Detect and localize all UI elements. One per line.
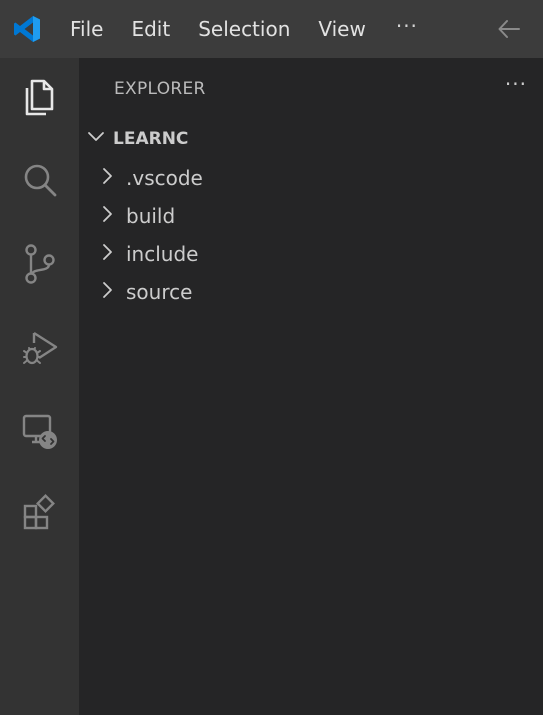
tree-item-label: include	[126, 242, 199, 266]
remote-explorer-icon[interactable]	[0, 391, 79, 471]
activity-bar	[0, 58, 79, 715]
tree-item-vscode[interactable]: .vscode	[99, 161, 203, 195]
chevron-down-icon	[87, 128, 105, 150]
chevron-right-icon	[99, 205, 115, 227]
source-control-icon[interactable]	[0, 224, 79, 304]
folder-learnc-label: LEARNC	[113, 129, 189, 149]
tree-item-build[interactable]: build	[99, 199, 175, 233]
chevron-right-icon	[99, 167, 115, 189]
chevron-right-icon	[99, 281, 115, 303]
search-icon[interactable]	[0, 141, 79, 221]
explorer-sidebar: EXPLORER ··· LEARNC .vscode build includ…	[79, 58, 543, 715]
menu-view[interactable]: View	[304, 0, 379, 58]
explorer-more-button[interactable]: ···	[505, 74, 527, 94]
tree-item-label: .vscode	[126, 166, 203, 190]
arrow-left-icon[interactable]	[492, 12, 526, 46]
vscode-logo-icon	[0, 0, 54, 58]
menu-more-button[interactable]: ···	[380, 0, 430, 58]
tree-item-label: source	[126, 280, 193, 304]
extensions-icon[interactable]	[0, 474, 79, 554]
tree-item-label: build	[126, 204, 176, 228]
menu-edit[interactable]: Edit	[117, 0, 184, 58]
chevron-right-icon	[99, 243, 115, 265]
title-bar: File Edit Selection View ···	[0, 0, 543, 58]
run-debug-icon[interactable]	[0, 308, 79, 388]
explorer-title: EXPLORER	[114, 79, 206, 99]
tree-item-source[interactable]: source	[99, 275, 192, 309]
explorer-icon[interactable]	[0, 58, 79, 138]
menu-selection[interactable]: Selection	[184, 0, 304, 58]
tree-item-include[interactable]: include	[99, 237, 198, 271]
folder-learnc[interactable]: LEARNC	[87, 124, 188, 154]
menu-file[interactable]: File	[54, 0, 117, 58]
